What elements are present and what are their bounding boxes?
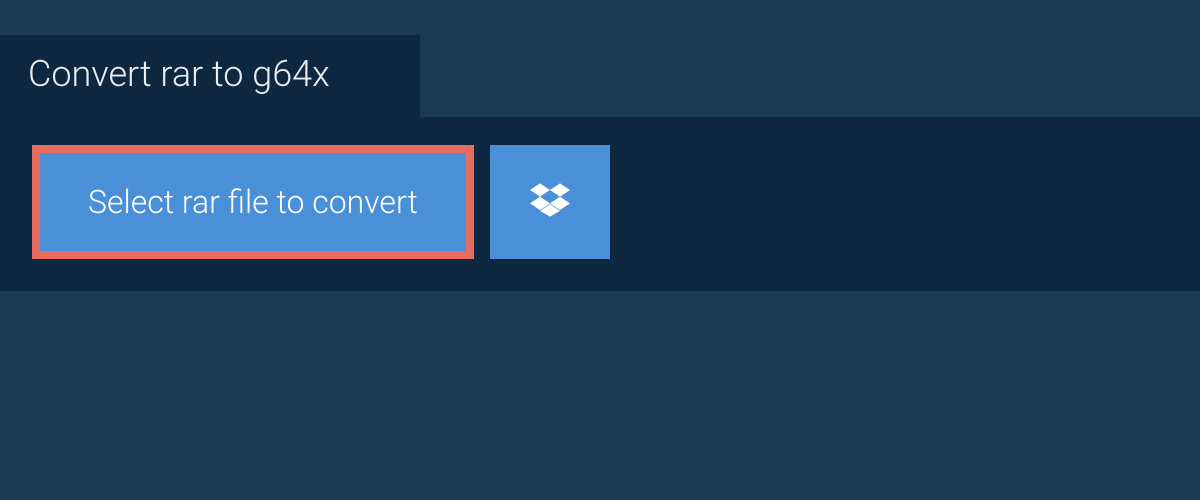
select-file-button[interactable]: Select rar file to convert — [32, 145, 474, 259]
dropbox-button[interactable] — [490, 145, 610, 259]
upload-panel: Select rar file to convert — [0, 117, 1200, 291]
tab-header[interactable]: Convert rar to g64x — [0, 35, 420, 117]
page-container: Convert rar to g64x Select rar file to c… — [0, 0, 1200, 291]
select-file-button-label: Select rar file to convert — [88, 183, 418, 221]
dropbox-icon — [530, 180, 570, 224]
tab-header-label: Convert rar to g64x — [28, 53, 330, 95]
